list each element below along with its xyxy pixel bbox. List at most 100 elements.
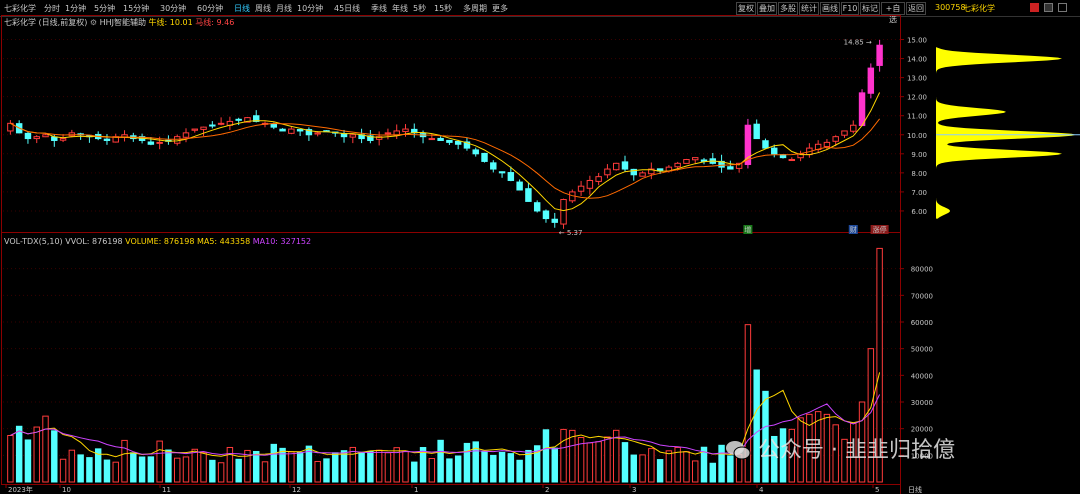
watermark: 公众号 · 韭韭归拾億 (725, 432, 955, 464)
volume-bar (446, 458, 453, 483)
candle-body (279, 128, 286, 132)
candle-body (674, 162, 681, 168)
volume-bar (173, 457, 181, 483)
volume-bar (560, 428, 567, 483)
candle-body (437, 137, 444, 141)
candle-body (296, 129, 304, 132)
kline-chart[interactable]: 6.00 7.00 8.00 9.00 10.00 11.00 12.00 13.00 14.0… (0, 0, 1080, 494)
volume-bar (7, 434, 14, 483)
volume-bar (103, 459, 111, 483)
candle-body (876, 44, 883, 66)
volume-tick-label: 80000 (911, 266, 933, 274)
volume-bar (147, 456, 155, 483)
volume-bar (648, 448, 655, 483)
event-badge-label: 财 (850, 225, 857, 234)
candle-body (235, 118, 242, 121)
volume-bar (77, 454, 84, 483)
volume-bar (428, 458, 436, 483)
price-tick-label: 12.00 (907, 94, 927, 102)
candle-body (832, 136, 839, 142)
candle-body (542, 210, 550, 220)
x-tick-label: 3 (632, 486, 636, 494)
price-tick-label: 7.00 (911, 189, 927, 197)
candle-body (384, 132, 392, 135)
price-tick-label: 9.00 (911, 151, 927, 159)
candle-body (612, 162, 620, 171)
candle-body (472, 149, 479, 155)
volume-tick-label: 50000 (911, 346, 933, 354)
x-tick-label: 11 (162, 486, 171, 494)
candle-body (858, 92, 866, 127)
volume-bar (665, 450, 673, 483)
volume-bar (68, 449, 76, 483)
candle-body (42, 134, 49, 138)
volume-bar (296, 451, 304, 483)
candle-body (788, 159, 796, 162)
volume-bar (490, 454, 497, 483)
candle-body (288, 128, 295, 134)
x-tick-label: 2 (545, 486, 549, 494)
volume-bar (42, 415, 49, 483)
x-tick-label: 5 (875, 486, 879, 494)
candle-body (51, 136, 58, 141)
candle-body (533, 202, 541, 212)
price-tick-label: 11.00 (907, 113, 927, 121)
candle-body (841, 130, 848, 136)
volume-bar (86, 457, 93, 483)
event-badge-label: 增 (744, 225, 751, 234)
candle-body (446, 139, 453, 143)
volume-bar (24, 439, 32, 483)
x-tick-label: 4 (759, 486, 764, 494)
volume-bar (656, 459, 664, 483)
candle-body (217, 122, 225, 125)
candle-body (24, 132, 32, 140)
volume-bar (59, 458, 67, 483)
volume-bar (33, 426, 40, 483)
candle-body (191, 128, 198, 131)
event-badge-label: 涨停 (873, 225, 887, 234)
volume-bar (156, 440, 163, 483)
price-tick-label: 14.00 (907, 56, 927, 64)
volume-bar (481, 451, 488, 483)
volume-bar (683, 451, 690, 483)
volume-bar (463, 442, 471, 483)
volume-bar (402, 450, 409, 483)
volume-tick-label: 60000 (911, 319, 933, 327)
volume-bar (384, 452, 392, 483)
candle-body (692, 157, 699, 161)
volume-bar (138, 456, 146, 483)
volume-bar (226, 446, 234, 483)
volume-bar (182, 456, 190, 483)
volume-bar (639, 454, 646, 483)
volume-tick-label: 30000 (911, 399, 933, 407)
candle-body (147, 141, 155, 145)
low-annotation: ← 5.37 (559, 229, 583, 237)
candle-body (850, 124, 857, 132)
candle-body (454, 140, 462, 145)
volume-bar (411, 461, 418, 483)
volume-bar (165, 449, 172, 483)
candle-body (200, 126, 207, 130)
candle-body (33, 136, 40, 140)
volume-bar (586, 442, 594, 483)
volume-bar (349, 446, 357, 483)
volume-bar (718, 444, 725, 483)
candle-body (270, 123, 278, 128)
price-tick-label: 10.00 (907, 132, 927, 140)
candle-body (498, 171, 506, 174)
volume-tick-label: 40000 (911, 372, 933, 380)
volume-bar (340, 450, 348, 483)
candle-body (595, 176, 602, 182)
volume-bar (200, 451, 207, 483)
candle-body (516, 181, 523, 191)
period-label: 日线 (908, 485, 922, 494)
volume-bar (692, 460, 699, 483)
volume-bar (191, 448, 198, 483)
volume-bar (121, 439, 128, 483)
candle-body (727, 166, 734, 170)
price-tick-label: 8.00 (911, 170, 927, 178)
volume-bar (217, 462, 225, 483)
volume-bar (498, 451, 506, 483)
candle-body (59, 138, 67, 141)
candle-body (560, 199, 567, 225)
